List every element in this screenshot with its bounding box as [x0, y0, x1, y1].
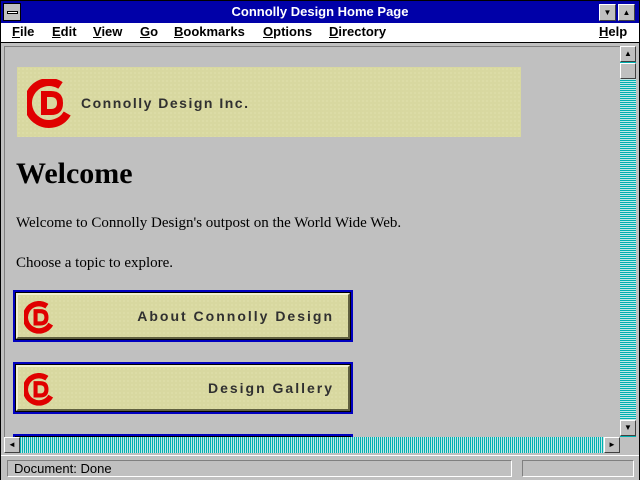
scroll-up-icon[interactable]: ▲ — [620, 46, 636, 62]
cd-logo-icon — [24, 373, 56, 406]
cd-logo-icon — [24, 301, 56, 334]
scroll-left-icon[interactable]: ◄ — [4, 437, 20, 453]
prompt-text: Choose a topic to explore. — [16, 255, 174, 271]
menu-bar: File Edit View Go Bookmarks Options Dire… — [1, 23, 639, 43]
menu-options[interactable]: Options — [263, 24, 312, 39]
browser-window: Connolly Design Home Page ▼ ▲ File Edit … — [0, 0, 640, 480]
minimize-icon[interactable]: ▼ — [599, 4, 616, 21]
status-bar: Document: Done — [1, 455, 639, 480]
menu-file[interactable]: File — [12, 24, 34, 39]
status-text: Document: Done — [7, 460, 512, 477]
menu-view[interactable]: View — [93, 24, 122, 39]
window-title: Connolly Design Home Page — [231, 4, 409, 19]
banner-company-name: Connolly Design Inc. — [81, 95, 250, 111]
menu-go[interactable]: Go — [140, 24, 158, 39]
horizontal-scrollbar[interactable]: ◄ ► — [4, 437, 620, 453]
company-banner: Connolly Design Inc. — [17, 67, 521, 137]
system-menu-icon[interactable] — [3, 3, 21, 21]
scroll-right-icon[interactable]: ► — [604, 437, 620, 453]
menu-edit[interactable]: Edit — [52, 24, 77, 39]
design-gallery-link[interactable]: Design Gallery — [13, 362, 353, 414]
page-content: Connolly Design Inc. Welcome Welcome to … — [4, 46, 621, 437]
title-bar[interactable]: Connolly Design Home Page ▼ ▲ — [1, 1, 639, 23]
gallery-link-label: Design Gallery — [207, 380, 334, 396]
page-title: Welcome — [16, 157, 133, 190]
cd-logo-icon — [27, 79, 74, 128]
about-link-label: About Connolly Design — [137, 308, 334, 324]
menu-bookmarks[interactable]: Bookmarks — [174, 24, 245, 39]
vertical-scrollbar[interactable]: ▲ ▼ — [620, 46, 636, 437]
scroll-down-icon[interactable]: ▼ — [620, 420, 636, 436]
menu-help[interactable]: Help — [599, 24, 627, 39]
intro-text: Welcome to Connolly Design's outpost on … — [16, 215, 402, 231]
maximize-icon[interactable]: ▲ — [618, 4, 635, 21]
progress-indicator — [522, 460, 634, 477]
about-connolly-design-link[interactable]: About Connolly Design — [13, 290, 353, 342]
scrollbar-corner — [620, 437, 636, 453]
vertical-scroll-thumb[interactable] — [620, 63, 636, 79]
menu-directory[interactable]: Directory — [329, 24, 386, 39]
